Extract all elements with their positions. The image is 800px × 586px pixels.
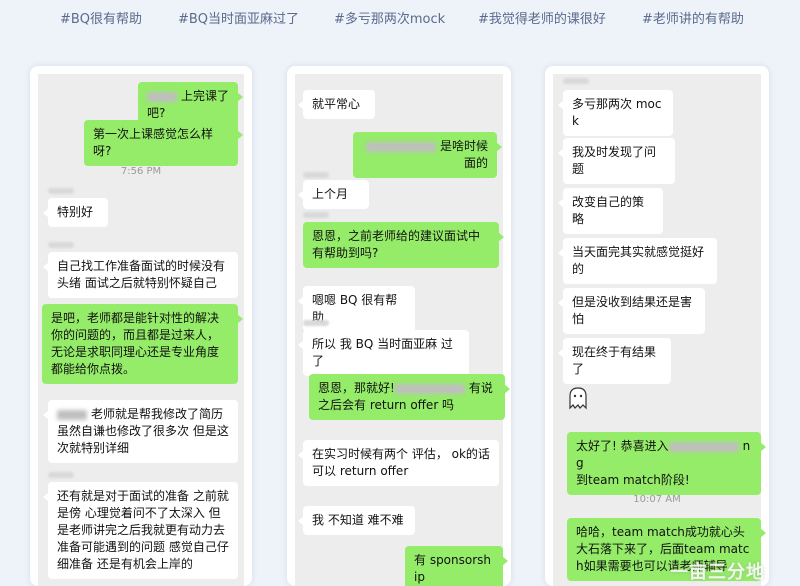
message-bubble-in: 改变自己的策略 <box>558 188 663 234</box>
chat-panel: 多亏那两次 mock 我及时发现了问题 改变自己的策略 当天面完其实就感觉挺好的… <box>553 74 766 586</box>
message-bubble-out: 是啥时候面的 <box>353 132 502 178</box>
sender-name-redacted <box>563 78 589 84</box>
redacted-name <box>394 383 465 394</box>
timestamp: 10:07 AM <box>633 494 681 505</box>
message-bubble-out: 第一次上课感觉怎么样呀? <box>84 120 243 166</box>
timestamp: 7:56 PM <box>120 166 162 177</box>
message-bubble-out: 有 sponsorship <box>405 546 508 586</box>
message-bubble-in: 还有就是对于面试的准备 之前就是傍 心理觉着问不了太深入 但是老师讲完之后我就更… <box>43 482 238 579</box>
chat-card-3: 多亏那两次 mock 我及时发现了问题 改变自己的策略 当天面完其实就感觉挺好的… <box>545 66 769 586</box>
message-bubble-in: 就平常心 <box>298 90 375 119</box>
tag-item[interactable]: #我觉得老师的课很好 <box>478 8 606 27</box>
chat-card-1: 上完课了吧? 第一次上课感觉怎么样呀? 7:56 PM 特别好 自己找工作准备面… <box>30 66 252 586</box>
redacted-name <box>365 141 436 152</box>
chat-card-2: 就平常心 是啥时候面的 上个月 恩恩，之前老师给的建议面试中有帮助到吗? 嗯嗯 … <box>287 66 511 586</box>
tag-item[interactable]: #多亏那两次mock <box>334 8 445 27</box>
sender-name-redacted <box>48 188 74 194</box>
message-bubble-out: 太好了! 恭喜进入 ng 到team match阶段! <box>567 432 766 495</box>
message-bubble-in: 老师就是帮我修改了简历 虽然自谦也修改了很多次 但是这次就特别详细 <box>43 400 238 463</box>
redacted-name <box>57 409 87 420</box>
message-bubble-in: 我 不知道 难不难 <box>298 506 415 535</box>
chat-panel: 就平常心 是啥时候面的 上个月 恩恩，之前老师给的建议面试中有帮助到吗? 嗯嗯 … <box>295 74 510 586</box>
message-bubble-in: 自己找工作准备面试的时候没有头绪 面试之后就特别怀疑自己 <box>43 252 238 298</box>
watermark-logo: 一亩三分地 <box>670 562 765 583</box>
message-bubble-in: 但是没收到结果还是害怕 <box>558 288 705 334</box>
sender-name-redacted <box>303 172 329 178</box>
message-bubble-in: 所以 我 BQ 当时面亚麻 过了 <box>298 330 469 376</box>
message-bubble-in: 特别好 <box>43 198 108 227</box>
message-bubble-out: 恩恩，那就好! 有说之后会有 return offer 吗 <box>309 374 510 420</box>
tag-item[interactable]: #BQ很有帮助 <box>60 8 142 27</box>
message-bubble-out: 是吧，老师都是能针对性的解决你的问题的，而且都是过来人，无论是求职同理心还是专业… <box>42 304 243 384</box>
sender-name-redacted <box>48 472 74 478</box>
message-bubble-in: 上个月 <box>298 180 369 209</box>
sender-name-redacted <box>303 320 329 326</box>
message-bubble-in: 我及时发现了问题 <box>558 138 675 184</box>
chat-panel: 上完课了吧? 第一次上课感觉怎么样呀? 7:56 PM 特别好 自己找工作准备面… <box>38 74 244 586</box>
redacted-name <box>147 91 177 102</box>
message-bubble-in: 现在终于有结果了 <box>558 338 671 384</box>
sender-name-redacted <box>48 242 74 248</box>
message-bubble-in: 当天面完其实就感觉挺好的 <box>558 238 717 284</box>
message-bubble-in: 多亏那两次 mock <box>558 90 673 136</box>
tag-item[interactable]: #BQ当时面亚麻过了 <box>178 8 299 27</box>
ghost-sticker-icon <box>569 387 587 410</box>
redacted-name <box>668 441 739 452</box>
message-bubble-out: 恩恩，之前老师给的建议面试中有帮助到吗? <box>303 222 504 268</box>
message-bubble-in: 在实习时候有两个 评估， ok的话可以 return offer <box>298 440 499 486</box>
sender-name-redacted <box>303 212 329 218</box>
tag-item[interactable]: #老师讲的有帮助 <box>642 8 744 27</box>
tag-bar: #BQ很有帮助 #BQ当时面亚麻过了 #多亏那两次mock #我觉得老师的课很好… <box>0 8 800 30</box>
